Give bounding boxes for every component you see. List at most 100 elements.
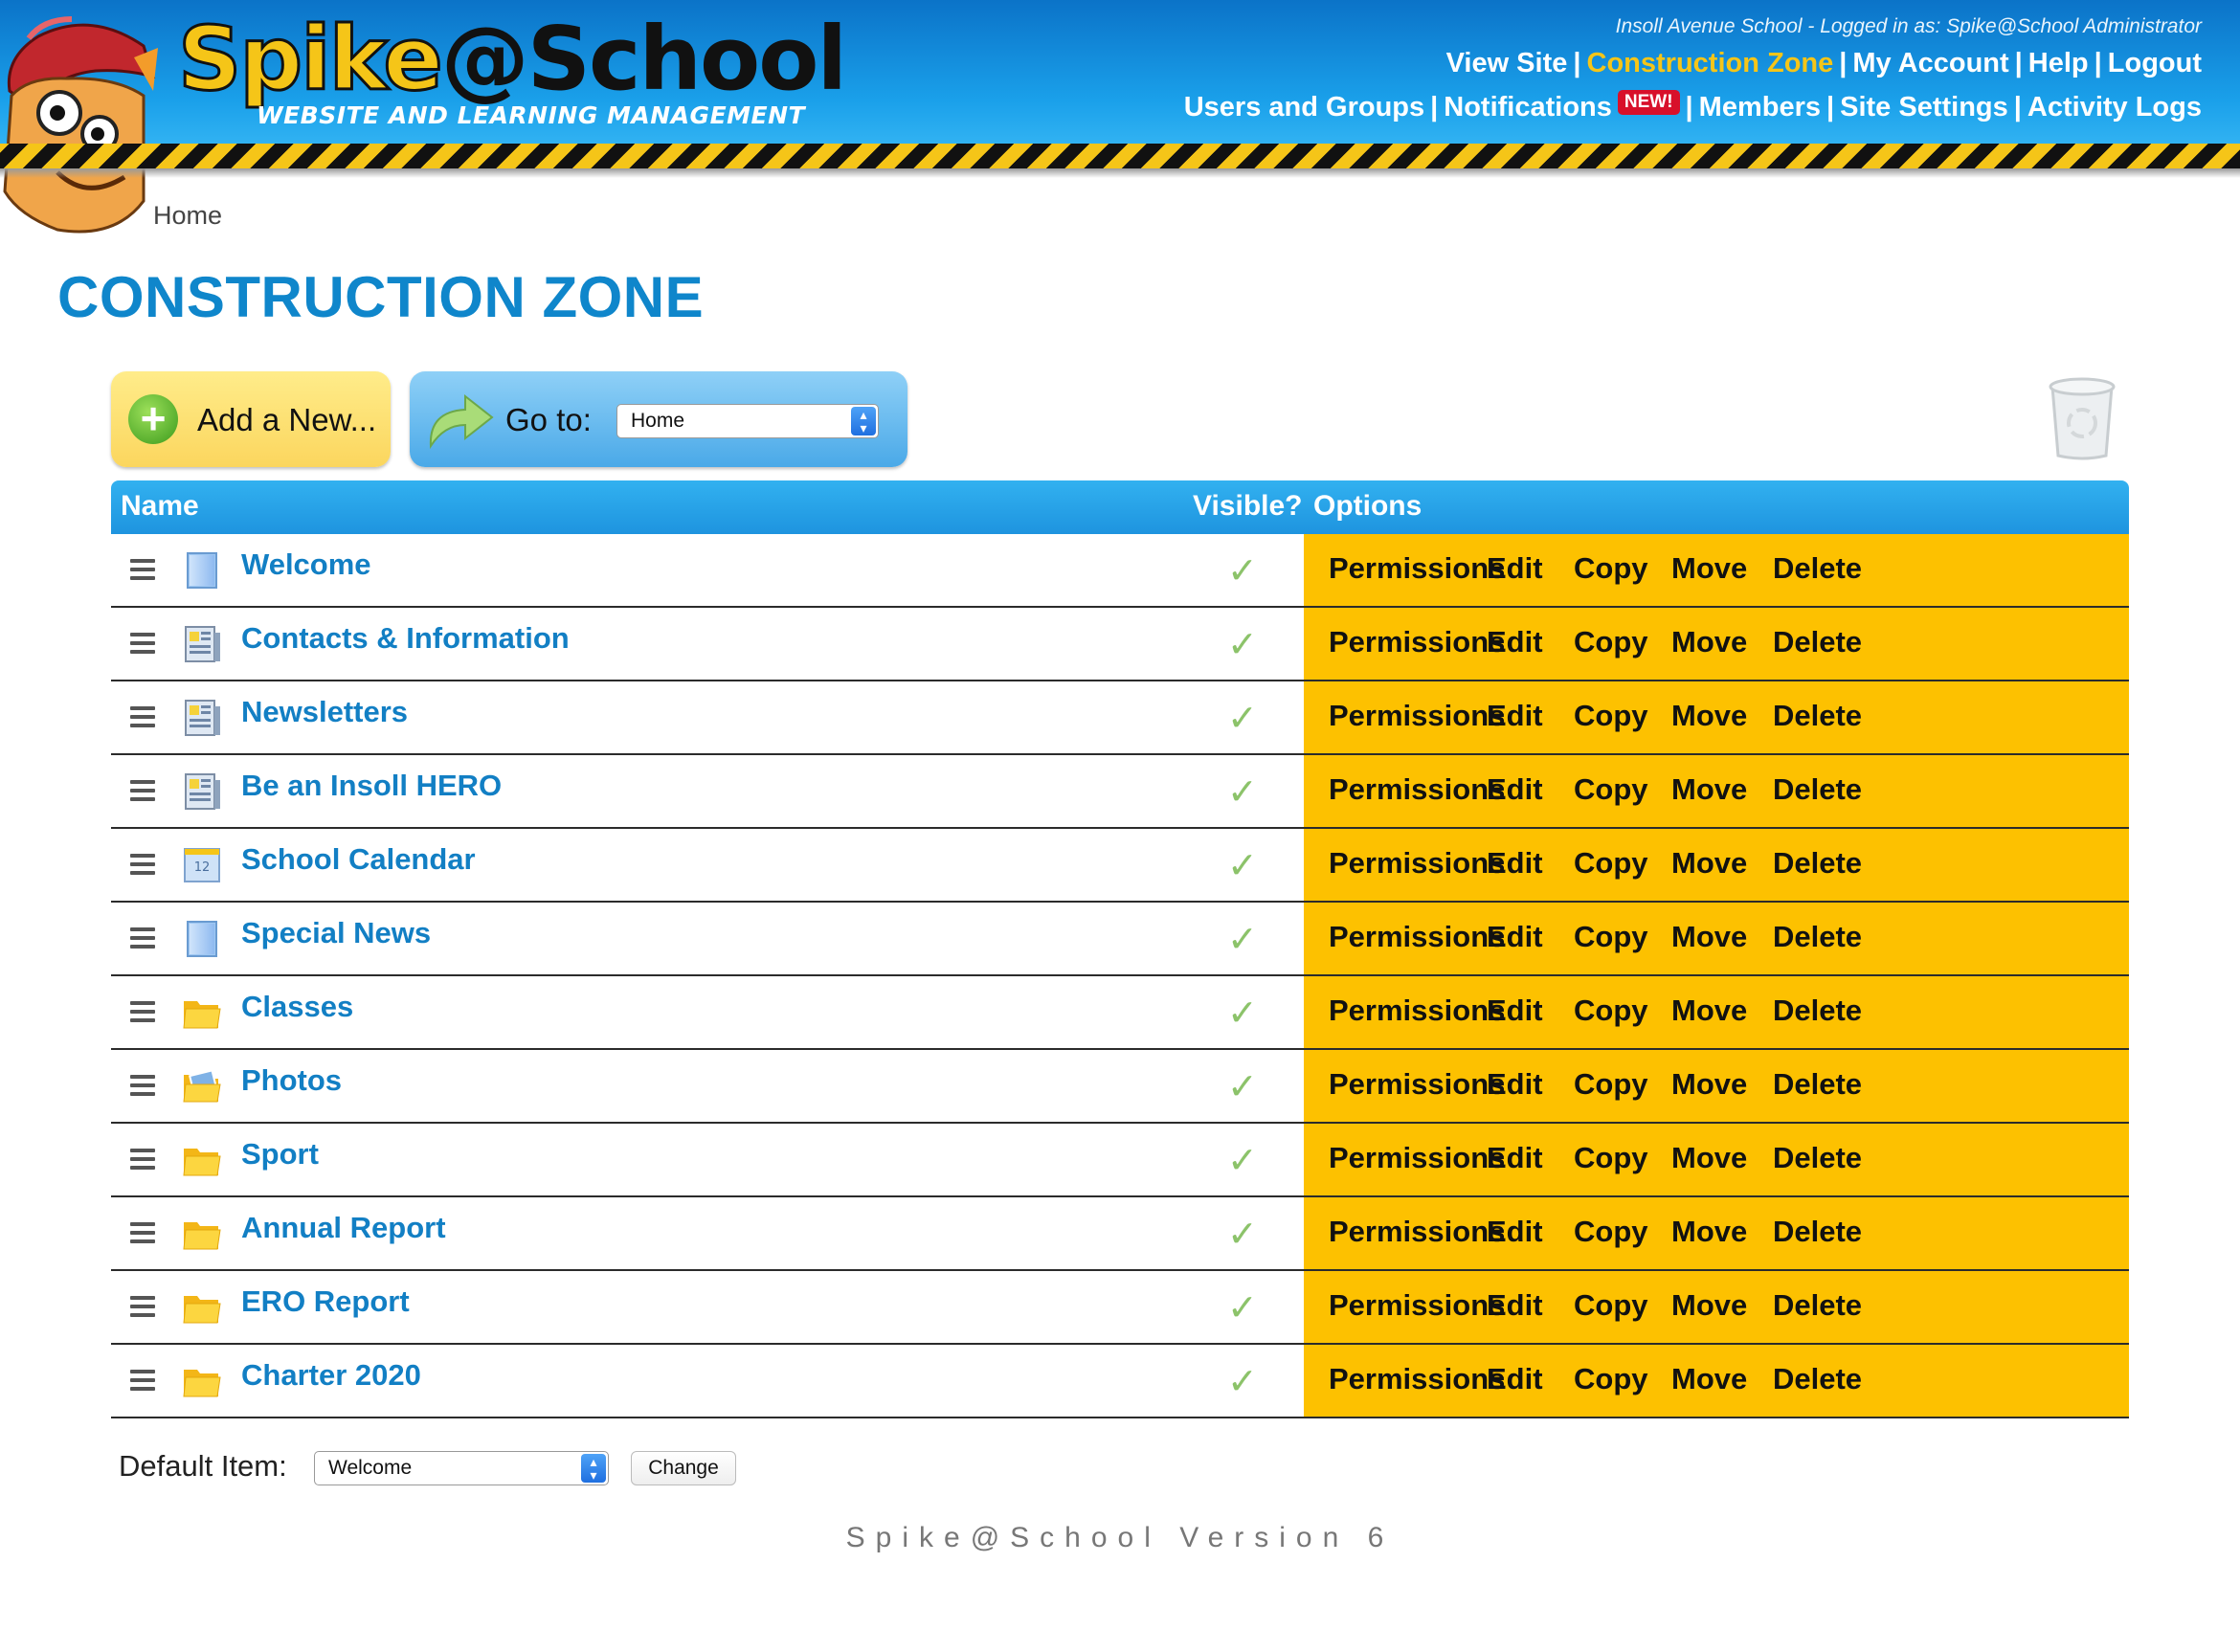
permissions-link[interactable]: Permissions bbox=[1329, 1141, 1505, 1175]
drag-handle-icon[interactable] bbox=[130, 1075, 155, 1096]
permissions-link[interactable]: Permissions bbox=[1329, 699, 1505, 733]
copy-link[interactable]: Copy bbox=[1574, 920, 1648, 954]
drag-handle-icon[interactable] bbox=[130, 1222, 155, 1243]
drag-handle-icon[interactable] bbox=[130, 559, 155, 580]
drag-handle-icon[interactable] bbox=[130, 1370, 155, 1391]
permissions-link[interactable]: Permissions bbox=[1329, 772, 1505, 807]
visible-check-icon[interactable]: ✓ bbox=[1227, 549, 1258, 592]
permissions-link[interactable]: Permissions bbox=[1329, 1067, 1505, 1102]
permissions-link[interactable]: Permissions bbox=[1329, 1288, 1505, 1323]
delete-link[interactable]: Delete bbox=[1773, 1288, 1862, 1323]
drag-handle-icon[interactable] bbox=[130, 1296, 155, 1317]
copy-link[interactable]: Copy bbox=[1574, 551, 1648, 586]
copy-link[interactable]: Copy bbox=[1574, 1215, 1648, 1249]
move-link[interactable]: Move bbox=[1671, 846, 1747, 881]
nav-notifications[interactable]: Notifications bbox=[1444, 92, 1612, 123]
move-link[interactable]: Move bbox=[1671, 772, 1747, 807]
copy-link[interactable]: Copy bbox=[1574, 699, 1648, 733]
delete-link[interactable]: Delete bbox=[1773, 1141, 1862, 1175]
edit-link[interactable]: Edit bbox=[1487, 1288, 1543, 1323]
permissions-link[interactable]: Permissions bbox=[1329, 551, 1505, 586]
nav-help[interactable]: Help bbox=[2028, 48, 2089, 78]
change-button[interactable]: Change bbox=[631, 1451, 736, 1485]
row-name-link[interactable]: Classes bbox=[241, 990, 353, 1024]
permissions-link[interactable]: Permissions bbox=[1329, 993, 1505, 1028]
edit-link[interactable]: Edit bbox=[1487, 1362, 1543, 1396]
delete-link[interactable]: Delete bbox=[1773, 699, 1862, 733]
copy-link[interactable]: Copy bbox=[1574, 1362, 1648, 1396]
visible-check-icon[interactable]: ✓ bbox=[1227, 992, 1258, 1035]
delete-link[interactable]: Delete bbox=[1773, 1215, 1862, 1249]
move-link[interactable]: Move bbox=[1671, 920, 1747, 954]
move-link[interactable]: Move bbox=[1671, 1215, 1747, 1249]
edit-link[interactable]: Edit bbox=[1487, 993, 1543, 1028]
drag-handle-icon[interactable] bbox=[130, 1001, 155, 1022]
edit-link[interactable]: Edit bbox=[1487, 1215, 1543, 1249]
move-link[interactable]: Move bbox=[1671, 1067, 1747, 1102]
move-link[interactable]: Move bbox=[1671, 993, 1747, 1028]
row-name-link[interactable]: Special News bbox=[241, 916, 431, 950]
add-new-button[interactable]: + Add a New... bbox=[111, 371, 391, 467]
row-name-link[interactable]: ERO Report bbox=[241, 1284, 410, 1319]
row-name-link[interactable]: Photos bbox=[241, 1063, 342, 1098]
goto-select[interactable]: Home ▴ ▾ bbox=[616, 404, 879, 438]
copy-link[interactable]: Copy bbox=[1574, 1288, 1648, 1323]
nav-site-settings[interactable]: Site Settings bbox=[1840, 92, 2008, 123]
delete-link[interactable]: Delete bbox=[1773, 772, 1862, 807]
row-name-link[interactable]: Newsletters bbox=[241, 695, 408, 729]
nav-activity-logs[interactable]: Activity Logs bbox=[2027, 92, 2202, 123]
edit-link[interactable]: Edit bbox=[1487, 1141, 1543, 1175]
edit-link[interactable]: Edit bbox=[1487, 625, 1543, 659]
delete-link[interactable]: Delete bbox=[1773, 1067, 1862, 1102]
delete-link[interactable]: Delete bbox=[1773, 993, 1862, 1028]
visible-check-icon[interactable]: ✓ bbox=[1227, 697, 1258, 740]
visible-check-icon[interactable]: ✓ bbox=[1227, 770, 1258, 814]
move-link[interactable]: Move bbox=[1671, 1288, 1747, 1323]
delete-link[interactable]: Delete bbox=[1773, 846, 1862, 881]
visible-check-icon[interactable]: ✓ bbox=[1227, 1213, 1258, 1256]
nav-view-site[interactable]: View Site bbox=[1446, 48, 1568, 78]
drag-handle-icon[interactable] bbox=[130, 780, 155, 801]
copy-link[interactable]: Copy bbox=[1574, 846, 1648, 881]
breadcrumb[interactable]: Home bbox=[153, 201, 222, 231]
drag-handle-icon[interactable] bbox=[130, 854, 155, 875]
drag-handle-icon[interactable] bbox=[130, 706, 155, 727]
row-name-link[interactable]: Sport bbox=[241, 1137, 319, 1172]
drag-handle-icon[interactable] bbox=[130, 927, 155, 949]
visible-check-icon[interactable]: ✓ bbox=[1227, 1139, 1258, 1182]
nav-members[interactable]: Members bbox=[1699, 92, 1821, 123]
permissions-link[interactable]: Permissions bbox=[1329, 1362, 1505, 1396]
visible-check-icon[interactable]: ✓ bbox=[1227, 1286, 1258, 1329]
copy-link[interactable]: Copy bbox=[1574, 1141, 1648, 1175]
visible-check-icon[interactable]: ✓ bbox=[1227, 918, 1258, 961]
row-name-link[interactable]: Annual Report bbox=[241, 1211, 446, 1245]
edit-link[interactable]: Edit bbox=[1487, 920, 1543, 954]
edit-link[interactable]: Edit bbox=[1487, 551, 1543, 586]
visible-check-icon[interactable]: ✓ bbox=[1227, 623, 1258, 666]
copy-link[interactable]: Copy bbox=[1574, 1067, 1648, 1102]
delete-link[interactable]: Delete bbox=[1773, 1362, 1862, 1396]
move-link[interactable]: Move bbox=[1671, 625, 1747, 659]
nav-construction-zone[interactable]: Construction Zone bbox=[1587, 48, 1834, 78]
row-name-link[interactable]: School Calendar bbox=[241, 842, 476, 877]
move-link[interactable]: Move bbox=[1671, 1362, 1747, 1396]
edit-link[interactable]: Edit bbox=[1487, 1067, 1543, 1102]
nav-my-account[interactable]: My Account bbox=[1852, 48, 2008, 78]
edit-link[interactable]: Edit bbox=[1487, 846, 1543, 881]
spike-school-logo[interactable]: Spike@School WEBSITE AND LEARNING MANAGE… bbox=[177, 11, 848, 129]
copy-link[interactable]: Copy bbox=[1574, 625, 1648, 659]
recycle-bin-icon[interactable] bbox=[2043, 373, 2121, 461]
visible-check-icon[interactable]: ✓ bbox=[1227, 844, 1258, 887]
permissions-link[interactable]: Permissions bbox=[1329, 846, 1505, 881]
nav-users-and-groups[interactable]: Users and Groups bbox=[1184, 92, 1424, 123]
move-link[interactable]: Move bbox=[1671, 699, 1747, 733]
row-name-link[interactable]: Contacts & Information bbox=[241, 621, 570, 656]
permissions-link[interactable]: Permissions bbox=[1329, 625, 1505, 659]
delete-link[interactable]: Delete bbox=[1773, 625, 1862, 659]
row-name-link[interactable]: Welcome bbox=[241, 547, 371, 582]
edit-link[interactable]: Edit bbox=[1487, 699, 1543, 733]
permissions-link[interactable]: Permissions bbox=[1329, 920, 1505, 954]
copy-link[interactable]: Copy bbox=[1574, 772, 1648, 807]
row-name-link[interactable]: Charter 2020 bbox=[241, 1358, 421, 1393]
row-name-link[interactable]: Be an Insoll HERO bbox=[241, 769, 502, 803]
